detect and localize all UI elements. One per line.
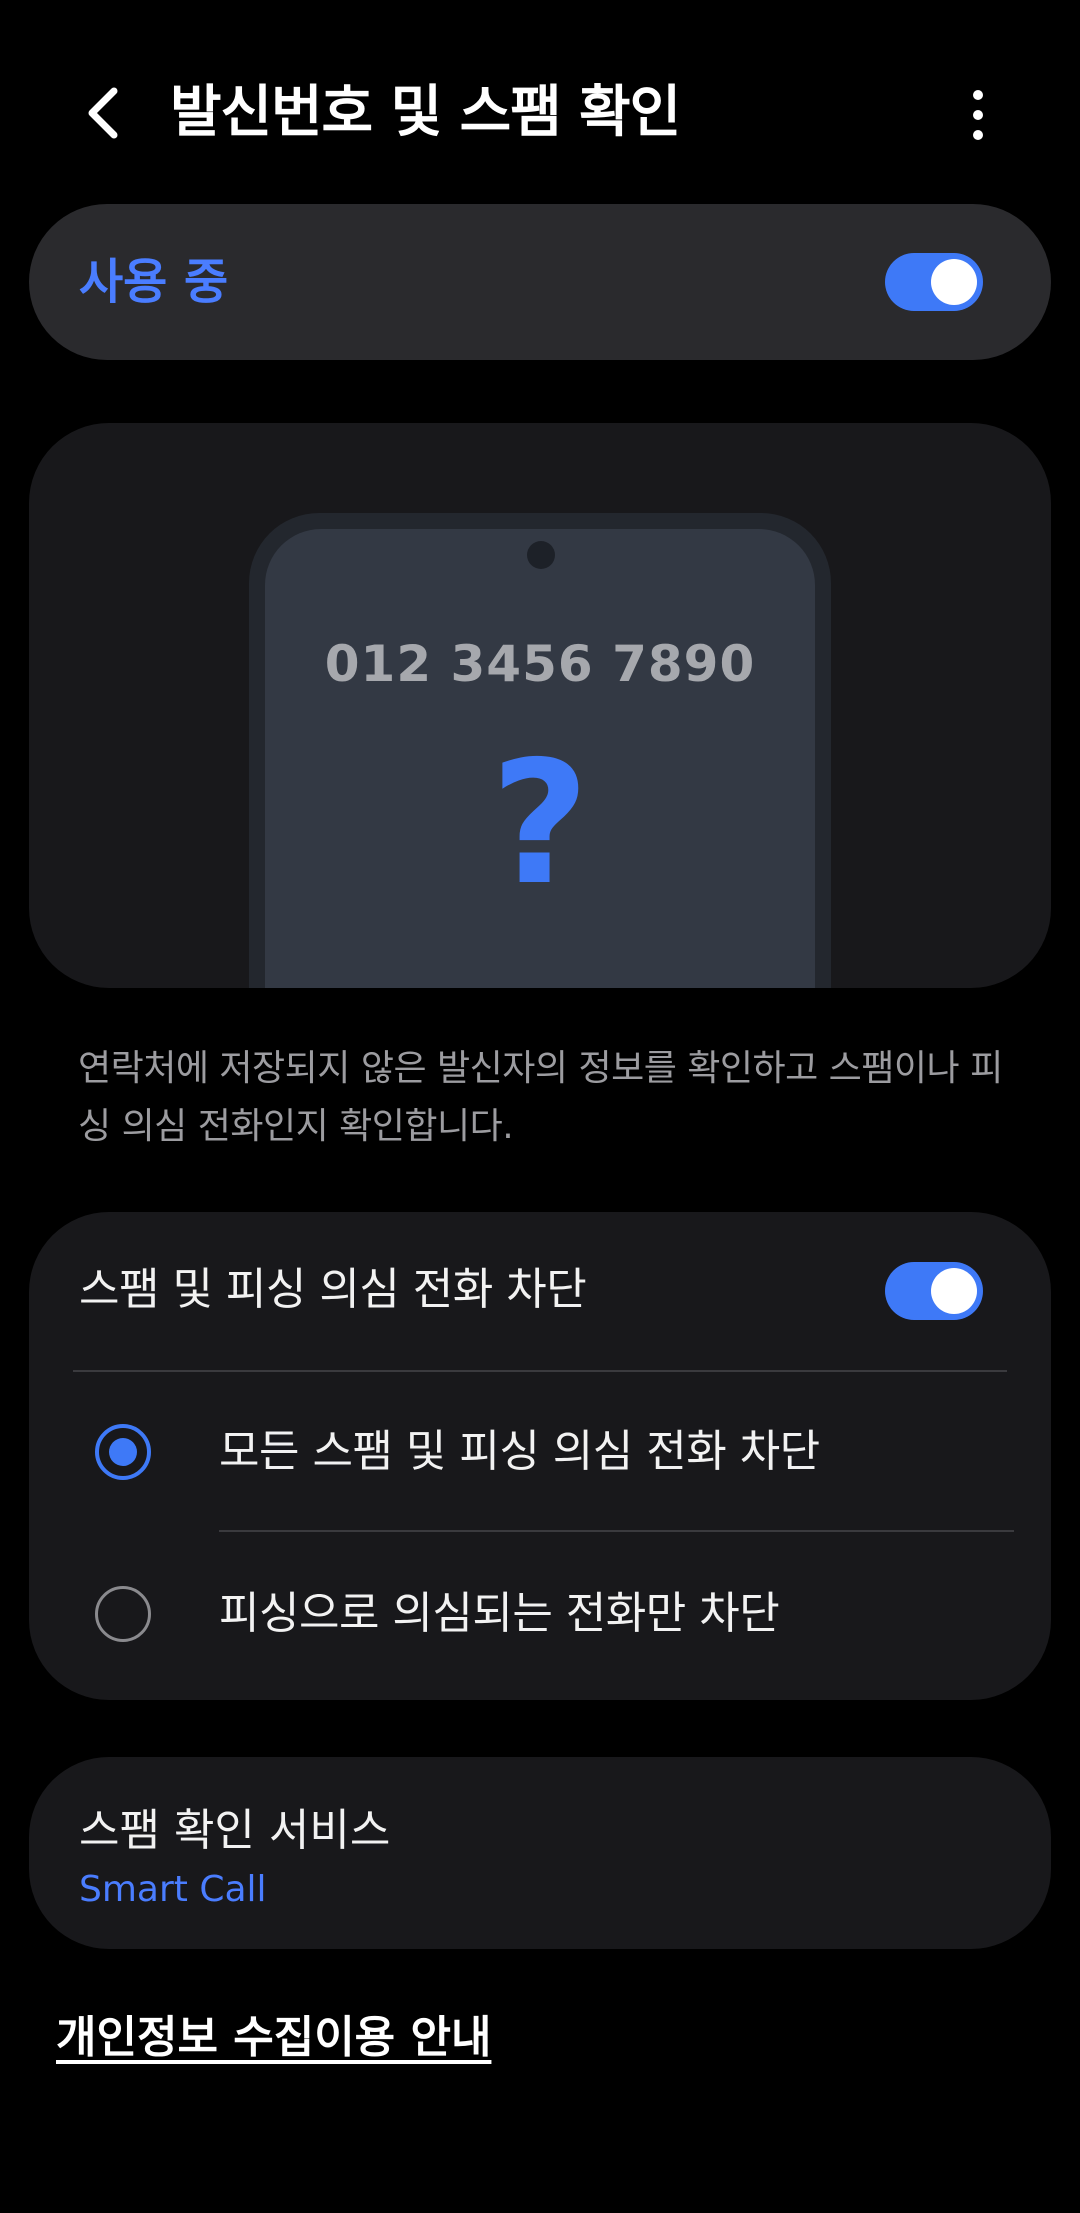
feature-description: 연락처에 저장되지 않은 발신자의 정보를 확인하고 스팸이나 피싱 의심 전화… xyxy=(78,1048,1003,1147)
toggle-knob xyxy=(931,259,977,305)
page-title: 발신번호 및 스팸 확인 xyxy=(170,80,681,145)
spam-service-provider: Smart Call xyxy=(79,1869,267,1910)
back-button[interactable] xyxy=(70,78,134,148)
camera-icon xyxy=(527,541,555,569)
spam-service-title: 스팸 확인 서비스 xyxy=(79,1805,391,1856)
question-mark-icon: ? xyxy=(490,725,590,923)
master-switch-label: 사용 중 xyxy=(79,254,229,310)
more-options-button[interactable] xyxy=(948,80,1008,150)
spam-block-card: 스팸 및 피싱 의심 전화 차단 모든 스팸 및 피싱 의심 전화 차단 피싱으… xyxy=(29,1212,1051,1700)
spam-block-toggle-row[interactable]: 스팸 및 피싱 의심 전화 차단 xyxy=(29,1212,1051,1368)
radio-option-label: 모든 스팸 및 피싱 의심 전화 차단 xyxy=(219,1426,820,1477)
privacy-notice-link[interactable]: 개인정보 수집이용 안내 xyxy=(56,2006,491,2070)
more-vertical-icon xyxy=(973,90,983,140)
toggle-knob xyxy=(931,1268,977,1314)
spam-service-row[interactable]: 스팸 확인 서비스 Smart Call xyxy=(29,1757,1051,1949)
radio-option-block-all[interactable]: 모든 스팸 및 피싱 의심 전화 차단 xyxy=(29,1372,1051,1532)
phone-frame: 012 3456 7890 ? xyxy=(249,513,831,988)
top-app-bar: 발신번호 및 스팸 확인 xyxy=(0,0,1080,230)
spam-block-title: 스팸 및 피싱 의심 전화 차단 xyxy=(79,1264,587,1315)
radio-selected-icon[interactable] xyxy=(95,1424,151,1480)
master-switch-row[interactable]: 사용 중 xyxy=(29,204,1051,360)
radio-unselected-icon[interactable] xyxy=(95,1586,151,1642)
divider xyxy=(219,1530,1014,1532)
chevron-left-icon xyxy=(88,87,118,139)
radio-option-phishing-only[interactable]: 피싱으로 의심되는 전화만 차단 xyxy=(29,1534,1051,1694)
master-toggle-switch[interactable] xyxy=(885,253,983,311)
incoming-number: 012 3456 7890 xyxy=(324,635,756,693)
radio-option-label: 피싱으로 의심되는 전화만 차단 xyxy=(219,1588,780,1639)
phone-screen: 012 3456 7890 ? xyxy=(265,529,815,988)
caller-id-illustration: 012 3456 7890 ? xyxy=(29,423,1051,988)
spam-block-toggle-switch[interactable] xyxy=(885,1262,983,1320)
